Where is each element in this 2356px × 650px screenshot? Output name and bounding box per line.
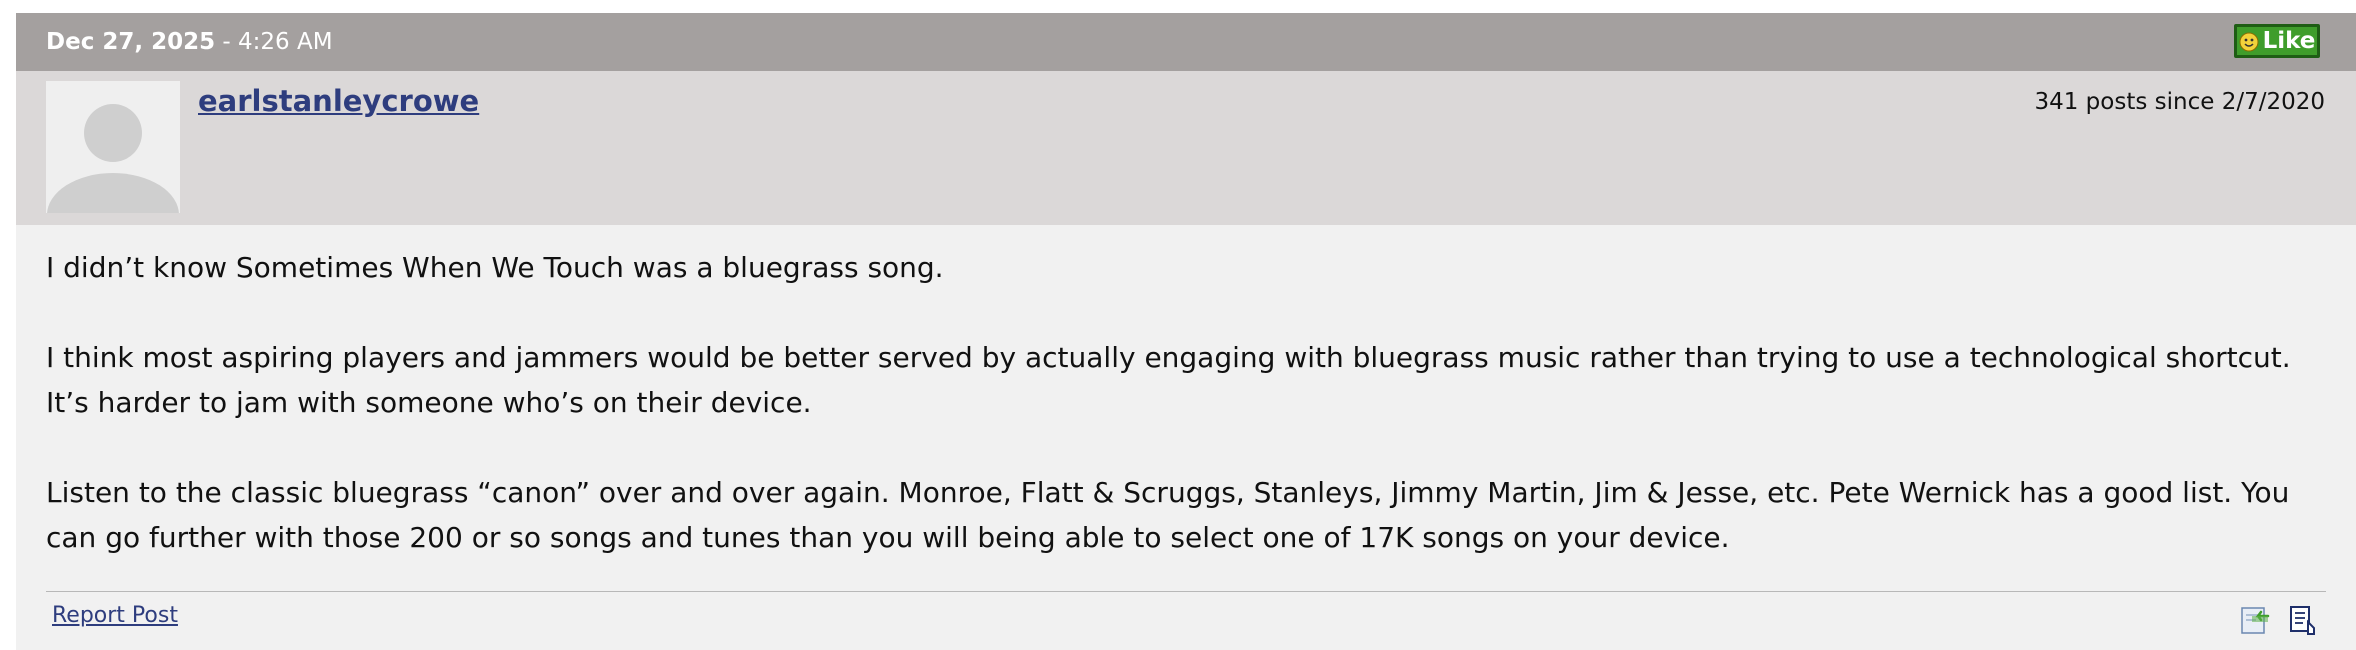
default-avatar-icon [46,81,180,213]
forum-post: Dec 27, 2025 - 4:26 AM Like earlstanleyc… [16,13,2356,650]
avatar[interactable] [46,81,180,213]
post-header: Dec 27, 2025 - 4:26 AM Like [16,13,2356,71]
footer-divider [46,591,2326,592]
timestamp-separator: - [215,29,239,55]
author-bar: earlstanleycrowe 341 posts since 2/7/202… [16,71,2356,225]
author-post-count: 341 posts since 2/7/2020 [2034,89,2325,115]
post-paragraph: I didn’t know Sometimes When We Touch wa… [46,251,944,284]
report-post-link[interactable]: Report Post [52,601,178,631]
smiley-icon [2239,31,2259,52]
author-username[interactable]: earlstanleycrowe [198,83,479,119]
reply-icon[interactable] [2238,604,2270,636]
post-timestamp: Dec 27, 2025 - 4:26 AM [46,27,333,57]
post-paragraph: I think most aspiring players and jammer… [46,341,2291,419]
like-label: Like [2262,28,2316,54]
quote-icon[interactable] [2286,604,2318,636]
post-date: Dec 27, 2025 [46,29,216,55]
like-button[interactable]: Like [2234,24,2320,58]
post-time: 4:26 AM [238,29,333,55]
post-body: I didn’t know Sometimes When We Touch wa… [46,245,2326,560]
post-paragraph: Listen to the classic bluegrass “canon” … [46,476,2290,554]
